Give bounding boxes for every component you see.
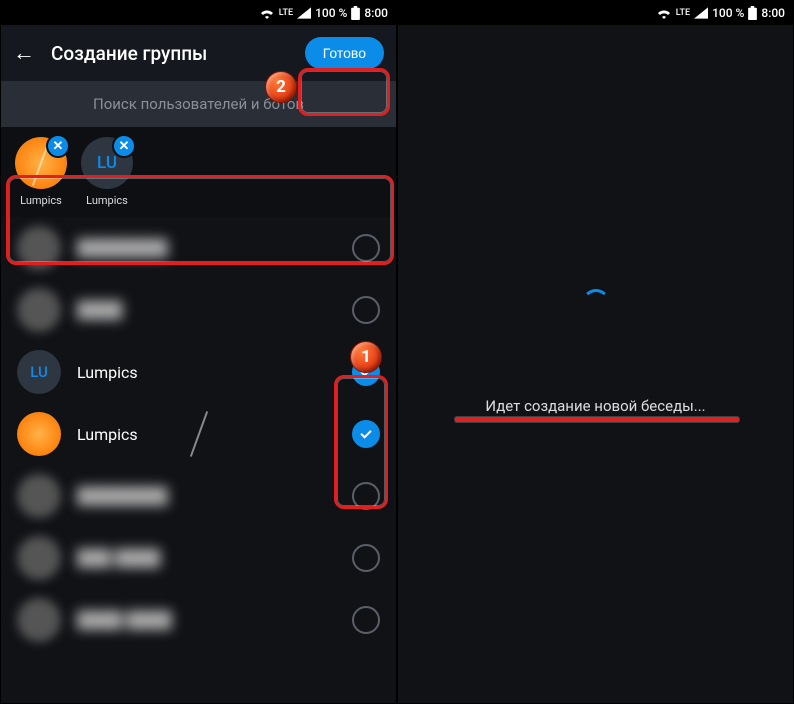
contact-name: ███ ████	[77, 548, 336, 568]
contact-list: ████████ ████ LU Lumpics Lumpics ███████…	[1, 217, 396, 651]
back-icon[interactable]: ←	[13, 40, 35, 66]
lte-label: LTE	[279, 8, 293, 18]
time-label: 8:00	[364, 6, 388, 20]
contact-row[interactable]: ████████	[1, 217, 396, 279]
battery-label: 100 %	[315, 6, 347, 20]
contact-row[interactable]: Lumpics	[1, 403, 396, 465]
chip-label: Lumpics	[86, 194, 128, 207]
spinner-icon	[582, 289, 610, 317]
checkbox[interactable]	[352, 482, 380, 510]
contact-name: Lumpics	[77, 363, 336, 382]
contact-name: Lumpics	[77, 425, 336, 444]
checkbox-checked[interactable]	[352, 420, 380, 448]
loading-text: Идет создание новой беседы...	[485, 397, 705, 415]
checkbox[interactable]	[352, 606, 380, 634]
contact-row[interactable]: ████	[1, 279, 396, 341]
remove-chip-icon[interactable]: ✕	[46, 134, 70, 158]
wifi-icon	[259, 7, 275, 19]
chip-lumpics-1[interactable]: ✕ Lumpics	[15, 137, 67, 207]
contact-name: ████████	[77, 238, 336, 258]
loading-screen: Идет создание новой беседы...	[398, 1, 793, 703]
checkbox-checked[interactable]	[352, 358, 380, 386]
highlight-underline	[455, 417, 739, 422]
avatar-icon	[17, 288, 61, 332]
contact-row[interactable]: ████ ████	[1, 589, 396, 651]
avatar-lu-icon: LU	[17, 350, 61, 394]
contact-row[interactable]: ████████	[1, 465, 396, 527]
avatar-icon	[17, 536, 61, 580]
page-title: Создание группы	[51, 42, 289, 65]
avatar-icon	[17, 474, 61, 518]
battery-icon	[351, 6, 360, 20]
chip-label: Lumpics	[20, 194, 62, 207]
avatar-icon	[17, 226, 61, 270]
remove-chip-icon[interactable]: ✕	[112, 134, 136, 158]
phone-left: LTE 100 % 8:00 ← Создание группы Готово …	[0, 0, 397, 704]
contact-row[interactable]: ███ ████	[1, 527, 396, 589]
avatar-orange-icon	[17, 412, 61, 456]
done-button[interactable]: Готово	[305, 37, 384, 69]
contact-row[interactable]: LU Lumpics	[1, 341, 396, 403]
contact-name: ████	[77, 300, 336, 320]
avatar-icon	[17, 598, 61, 642]
header: ← Создание группы Готово	[1, 25, 396, 81]
checkbox[interactable]	[352, 544, 380, 572]
contact-name: ████████	[77, 486, 336, 506]
phone-right: LTE 100 % 8:00 Идет создание новой бесед…	[397, 0, 794, 704]
selected-chips: ✕ Lumpics LU ✕ Lumpics	[1, 127, 396, 217]
checkbox[interactable]	[352, 296, 380, 324]
contact-name: ████ ████	[77, 610, 336, 630]
checkbox[interactable]	[352, 234, 380, 262]
status-bar: LTE 100 % 8:00	[1, 1, 396, 25]
chip-lumpics-2[interactable]: LU ✕ Lumpics	[81, 137, 133, 207]
signal-icon	[297, 7, 311, 19]
search-input[interactable]: Поиск пользователей и ботов	[1, 81, 396, 127]
